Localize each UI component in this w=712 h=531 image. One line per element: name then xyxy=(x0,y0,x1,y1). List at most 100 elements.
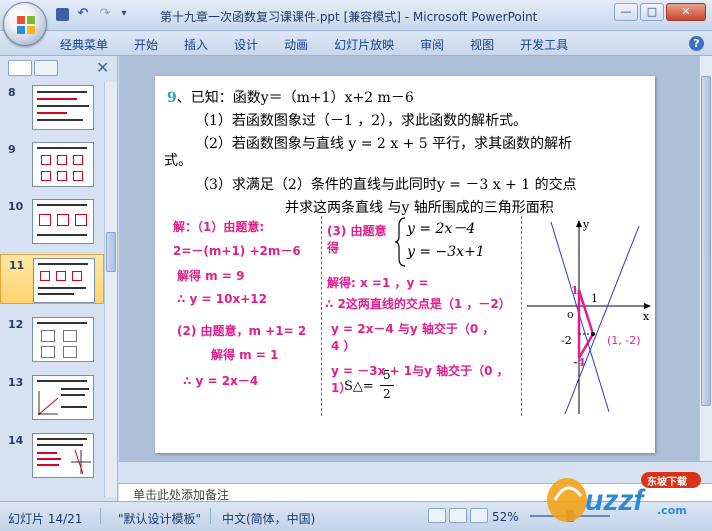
thumbnail-image xyxy=(32,142,94,187)
solution-line: 解得 m = 1 xyxy=(211,348,279,362)
tab-developer[interactable]: 开发工具 xyxy=(520,36,568,53)
slide-scrollbar[interactable] xyxy=(699,56,712,461)
slide-sorter-button[interactable] xyxy=(449,508,467,523)
solution-line: 得 xyxy=(327,241,340,255)
horizontal-scrollbar[interactable] xyxy=(119,461,712,483)
system-brace xyxy=(394,217,406,267)
thumbnail-image xyxy=(33,258,95,303)
solution-line: 解得 m = 9 xyxy=(177,269,245,283)
qat-customize-icon[interactable]: ▾ xyxy=(119,6,129,22)
thumbnail-item[interactable]: 10 xyxy=(0,196,104,246)
graph-y-intercept-neg4: -4 xyxy=(573,356,586,369)
close-button[interactable]: ✕ xyxy=(666,3,706,21)
slide-editing-area: 9、已知：函数y＝（m+1）x+2 m－6 （1）若函数图象过（－1 ，2），求… xyxy=(119,56,699,461)
thumbnail-number: 13 xyxy=(8,376,24,389)
normal-view-button[interactable] xyxy=(428,508,446,523)
solution-line: ∴ y = 10x+12 xyxy=(177,292,267,306)
help-icon[interactable]: ? xyxy=(689,36,704,51)
quick-access-toolbar: ↶ ↷ ▾ xyxy=(56,6,129,22)
graph-tick-neg2: -2 xyxy=(561,334,572,347)
office-logo-icon xyxy=(17,16,35,34)
zoom-slider-knob[interactable] xyxy=(566,510,574,522)
area-formula: S△= xyxy=(344,379,374,394)
graph-x-tick-1: 1 xyxy=(591,292,598,305)
tab-outline-view[interactable] xyxy=(34,60,58,76)
solution-line: y = 2x－4 与y 轴交于（0 ， xyxy=(331,322,495,336)
question-part-3: （3）求满足（2）条件的直线与此同时y = －3 x + 1 的交点 xyxy=(195,177,577,193)
solution-line: 解：（1）由题意: xyxy=(173,220,265,234)
solution-line: 4 ） xyxy=(331,339,356,353)
zoom-level[interactable]: 52% xyxy=(492,510,519,524)
title-bar: ↶ ↷ ▾ 第十九章一次函数复习课课件.ppt [兼容模式] - Microso… xyxy=(0,0,712,31)
minimize-button[interactable]: — xyxy=(614,3,638,21)
separator xyxy=(100,508,101,524)
tab-insert[interactable]: 插入 xyxy=(184,36,208,53)
slideshow-button[interactable] xyxy=(470,508,488,523)
thumbnail-item[interactable]: 12 xyxy=(0,314,104,364)
thumbnail-image xyxy=(32,199,94,244)
graph-y-intercept-1: 1 xyxy=(571,284,579,297)
thumbnail-image xyxy=(32,317,94,362)
scrollbar-thumb[interactable] xyxy=(106,232,116,272)
thumbnail-image xyxy=(32,85,94,130)
notes-placeholder: 单击此处添加备注 xyxy=(133,488,230,501)
slide-counter: 幻灯片 14/21 xyxy=(8,512,83,526)
system-eq-1: y = 2x－4 xyxy=(407,221,476,237)
tab-review[interactable]: 审阅 xyxy=(420,36,444,53)
solution-line: 解得: x =1 ，y = xyxy=(327,276,429,290)
graph-intersection-label: (1, -2) xyxy=(607,334,641,347)
tab-classic-menu[interactable]: 经典菜单 xyxy=(60,36,108,53)
office-button[interactable] xyxy=(3,2,47,46)
thumbnail-item[interactable]: 14 xyxy=(0,430,104,480)
coordinate-graph xyxy=(527,220,651,415)
close-pane-icon[interactable]: ✕ xyxy=(96,58,109,77)
tab-home[interactable]: 开始 xyxy=(134,36,158,53)
fraction-bar xyxy=(380,385,394,386)
maximize-button[interactable]: □ xyxy=(640,3,664,21)
solution-line: y = －3x + 1与y 轴交于（0 ， xyxy=(331,364,509,378)
tab-slideshow[interactable]: 幻灯片放映 xyxy=(334,36,394,53)
notes-pane[interactable]: 单击此处添加备注 xyxy=(119,483,712,501)
separator xyxy=(210,508,211,524)
solution-line: ∴ 2这两直线的交点是（1 ，－2） xyxy=(325,297,511,311)
tab-animation[interactable]: 动画 xyxy=(284,36,308,53)
thumbnail-number: 8 xyxy=(8,86,16,99)
thumbnail-image xyxy=(32,433,94,478)
question-text: 、已知：函数y＝（m+1）x+2 m－6 xyxy=(176,90,414,106)
area-denominator: 2 xyxy=(383,387,391,401)
language-indicator[interactable]: 中文(简体，中国) xyxy=(222,510,315,527)
thumbnail-number: 14 xyxy=(8,434,24,447)
redo-icon[interactable]: ↷ xyxy=(97,6,113,22)
area-numerator: 5 xyxy=(383,368,391,382)
thumbnail-number: 12 xyxy=(8,318,24,331)
question-part-2-cont: 式。 xyxy=(164,153,192,169)
undo-icon[interactable]: ↶ xyxy=(75,6,91,22)
thumbnail-list: 8 9 10 11 12 13 14 xyxy=(0,82,104,497)
window-title: 第十九章一次函数复习课课件.ppt [兼容模式] - Microsoft Pow… xyxy=(160,10,538,24)
thumbnail-item[interactable]: 9 xyxy=(0,139,104,189)
tab-design[interactable]: 设计 xyxy=(234,36,258,53)
slide-canvas[interactable]: 9、已知：函数y＝（m+1）x+2 m－6 （1）若函数图象过（－1 ，2），求… xyxy=(155,76,655,453)
thumbnail-item-selected[interactable]: 11 xyxy=(0,254,104,304)
scrollbar-thumb[interactable] xyxy=(701,76,711,406)
solution-line: ∴ y = 2x－4 xyxy=(183,374,259,388)
slides-panel: ✕ 8 9 10 11 12 13 14 xyxy=(0,56,118,501)
template-name: "默认设计模板" xyxy=(118,512,202,526)
graph-origin: o xyxy=(567,308,574,321)
tab-slides-view[interactable] xyxy=(8,60,32,76)
window-controls: — □ ✕ xyxy=(614,3,706,21)
save-icon[interactable] xyxy=(56,8,69,21)
graph-x-label: x xyxy=(643,310,650,323)
question-part-1: （1）若函数图象过（－1 ，2），求此函数的解析式。 xyxy=(195,113,528,129)
thumbnail-item[interactable]: 8 xyxy=(0,82,104,132)
question-part-2: （2）若函数图象与直线 y = 2 x + 5 平行，求其函数的解析 xyxy=(195,136,573,152)
solution-line: (2) 由题意，m +1= 2 xyxy=(177,324,307,338)
thumbnail-scrollbar[interactable] xyxy=(104,82,117,497)
pane-tabs xyxy=(8,60,58,78)
question-number: 9 xyxy=(167,90,177,106)
thumbnail-image xyxy=(32,375,94,420)
ribbon-tabs: 经典菜单 开始 插入 设计 动画 幻灯片放映 审阅 视图 开发工具 xyxy=(60,36,568,53)
tab-view[interactable]: 视图 xyxy=(470,36,494,53)
thumbnail-item[interactable]: 13 xyxy=(0,372,104,422)
divider xyxy=(321,216,322,416)
